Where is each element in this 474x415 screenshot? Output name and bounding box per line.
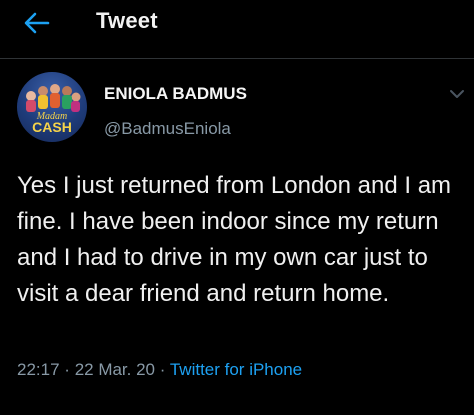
avatar-image: Madam CASH (26, 84, 81, 135)
author-handle[interactable]: @BadmusEniola (104, 119, 231, 139)
tweet-text: Yes I just returned from London and I am… (17, 172, 452, 307)
tweet-source-link[interactable]: Twitter for iPhone (170, 360, 302, 379)
tweet-time: 22:17 (17, 360, 60, 379)
author-name[interactable]: ENIOLA BADMUS (104, 84, 247, 104)
avatar-text-bottom: CASH (32, 119, 72, 135)
top-bar: Tweet (0, 0, 474, 46)
meta-separator: · (64, 360, 70, 379)
tweet-date: 22 Mar. 20 (74, 360, 156, 379)
arrow-left-icon (24, 12, 50, 34)
back-button[interactable] (22, 8, 52, 38)
meta-separator: · (159, 360, 166, 379)
avatar[interactable]: Madam CASH (17, 72, 87, 142)
header-divider (0, 58, 474, 59)
chevron-down-icon (450, 90, 464, 98)
tweet-meta: 22:17 · 22 Mar. 20 · Twitter for iPhone (17, 360, 302, 380)
page-title: Tweet (96, 8, 158, 33)
more-options-button[interactable] (445, 84, 469, 104)
